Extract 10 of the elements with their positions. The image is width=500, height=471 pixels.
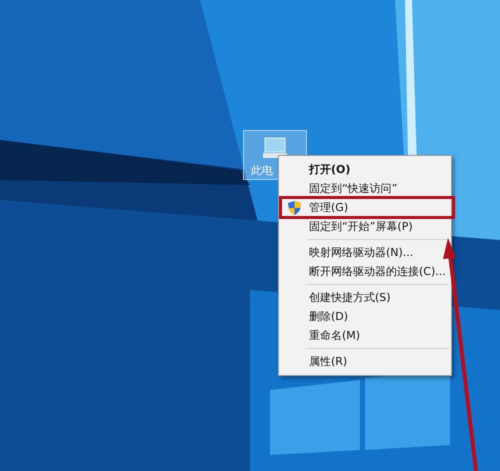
menu-item[interactable]: 删除(D) <box>279 307 348 326</box>
menu-item[interactable]: 断开网络驱动器的连接(C)... <box>279 262 446 281</box>
menu-item[interactable]: 管理(G) <box>279 196 455 219</box>
icon-label: 此电 <box>251 163 273 178</box>
menu-item[interactable]: 属性(R) <box>279 352 348 371</box>
menu-item[interactable]: 固定到“快速访问” <box>279 179 398 198</box>
menu-item[interactable]: 创建快捷方式(S) <box>279 288 391 307</box>
menu-item[interactable]: 固定到“开始”屏幕(P) <box>279 217 413 236</box>
menu-item[interactable]: 重命名(M) <box>279 326 360 345</box>
menu-item[interactable]: 映射网络驱动器(N)... <box>279 243 414 262</box>
